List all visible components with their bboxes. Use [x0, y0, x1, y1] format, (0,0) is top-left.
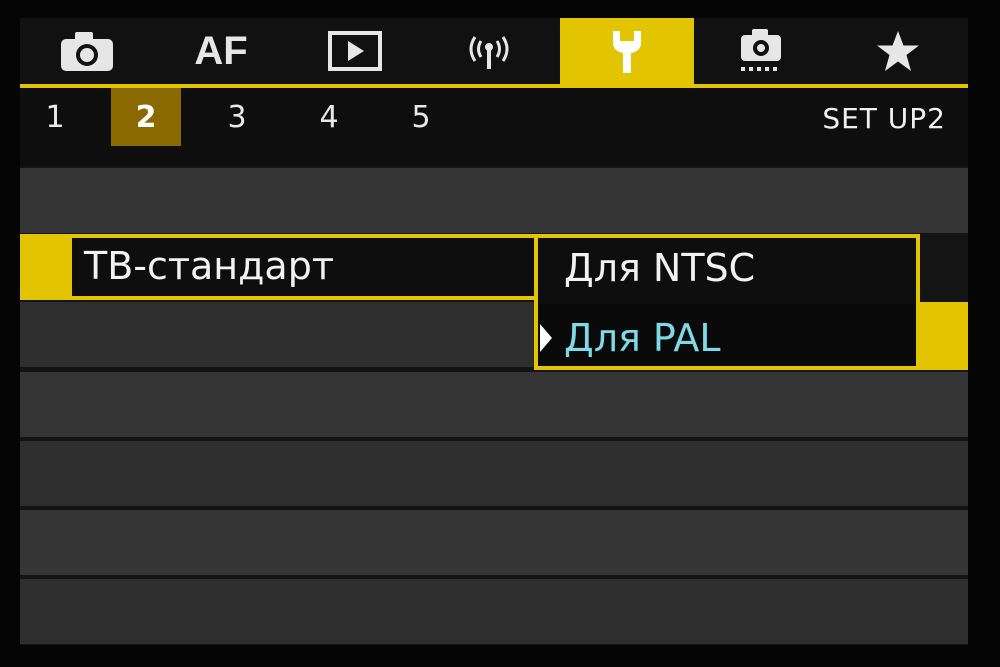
selection-indicator: [20, 234, 68, 300]
menu-tab-bar: AF: [20, 18, 968, 88]
setting-label: ТВ-стандарт: [84, 244, 334, 288]
tab-playback[interactable]: [288, 18, 422, 84]
menu-row[interactable]: [20, 168, 968, 233]
subtab-row: 1 2 3 4 5 SET UP2: [20, 88, 968, 166]
subtab-label: 4: [319, 99, 339, 135]
tab-shooting[interactable]: [20, 18, 154, 84]
camera-icon: [59, 29, 115, 73]
tab-wireless[interactable]: [422, 18, 556, 84]
page-title: SET UP2: [822, 102, 946, 135]
custom-camera-icon: [735, 27, 787, 75]
wireless-icon: [463, 29, 515, 73]
subtab-label: 5: [411, 99, 431, 135]
menu-row[interactable]: [20, 579, 968, 644]
camera-menu-screen: AF 1 2 3 4 5 SET UP2 ТВ-стандарт Для NTS…: [20, 18, 968, 645]
star-icon: [875, 29, 921, 73]
wrench-icon: [605, 27, 649, 75]
tab-setup[interactable]: [560, 18, 694, 84]
tab-af-label: AF: [194, 29, 248, 73]
tab-custom-functions[interactable]: [694, 18, 828, 84]
option-pal[interactable]: Для PAL: [564, 316, 721, 360]
menu-row[interactable]: [20, 372, 968, 437]
option-ntsc[interactable]: Для NTSC: [564, 246, 755, 290]
subtab-label: 1: [45, 99, 65, 135]
subtab-label: 2: [135, 99, 157, 135]
subtab-1[interactable]: 1: [20, 88, 90, 146]
subtab-5[interactable]: 5: [386, 88, 456, 146]
dropdown-divider: [538, 294, 916, 304]
subtab-label: 3: [227, 99, 247, 135]
selection-indicator-right: [920, 302, 968, 370]
menu-row[interactable]: [20, 441, 968, 506]
play-icon: [328, 31, 382, 71]
subtab-3[interactable]: 3: [202, 88, 272, 146]
subtab-2[interactable]: 2: [111, 88, 181, 146]
cursor-arrow-icon: [540, 324, 552, 352]
tab-my-menu[interactable]: [828, 18, 968, 84]
menu-row[interactable]: [20, 510, 968, 575]
subtab-4[interactable]: 4: [294, 88, 364, 146]
tab-af[interactable]: AF: [154, 18, 288, 84]
